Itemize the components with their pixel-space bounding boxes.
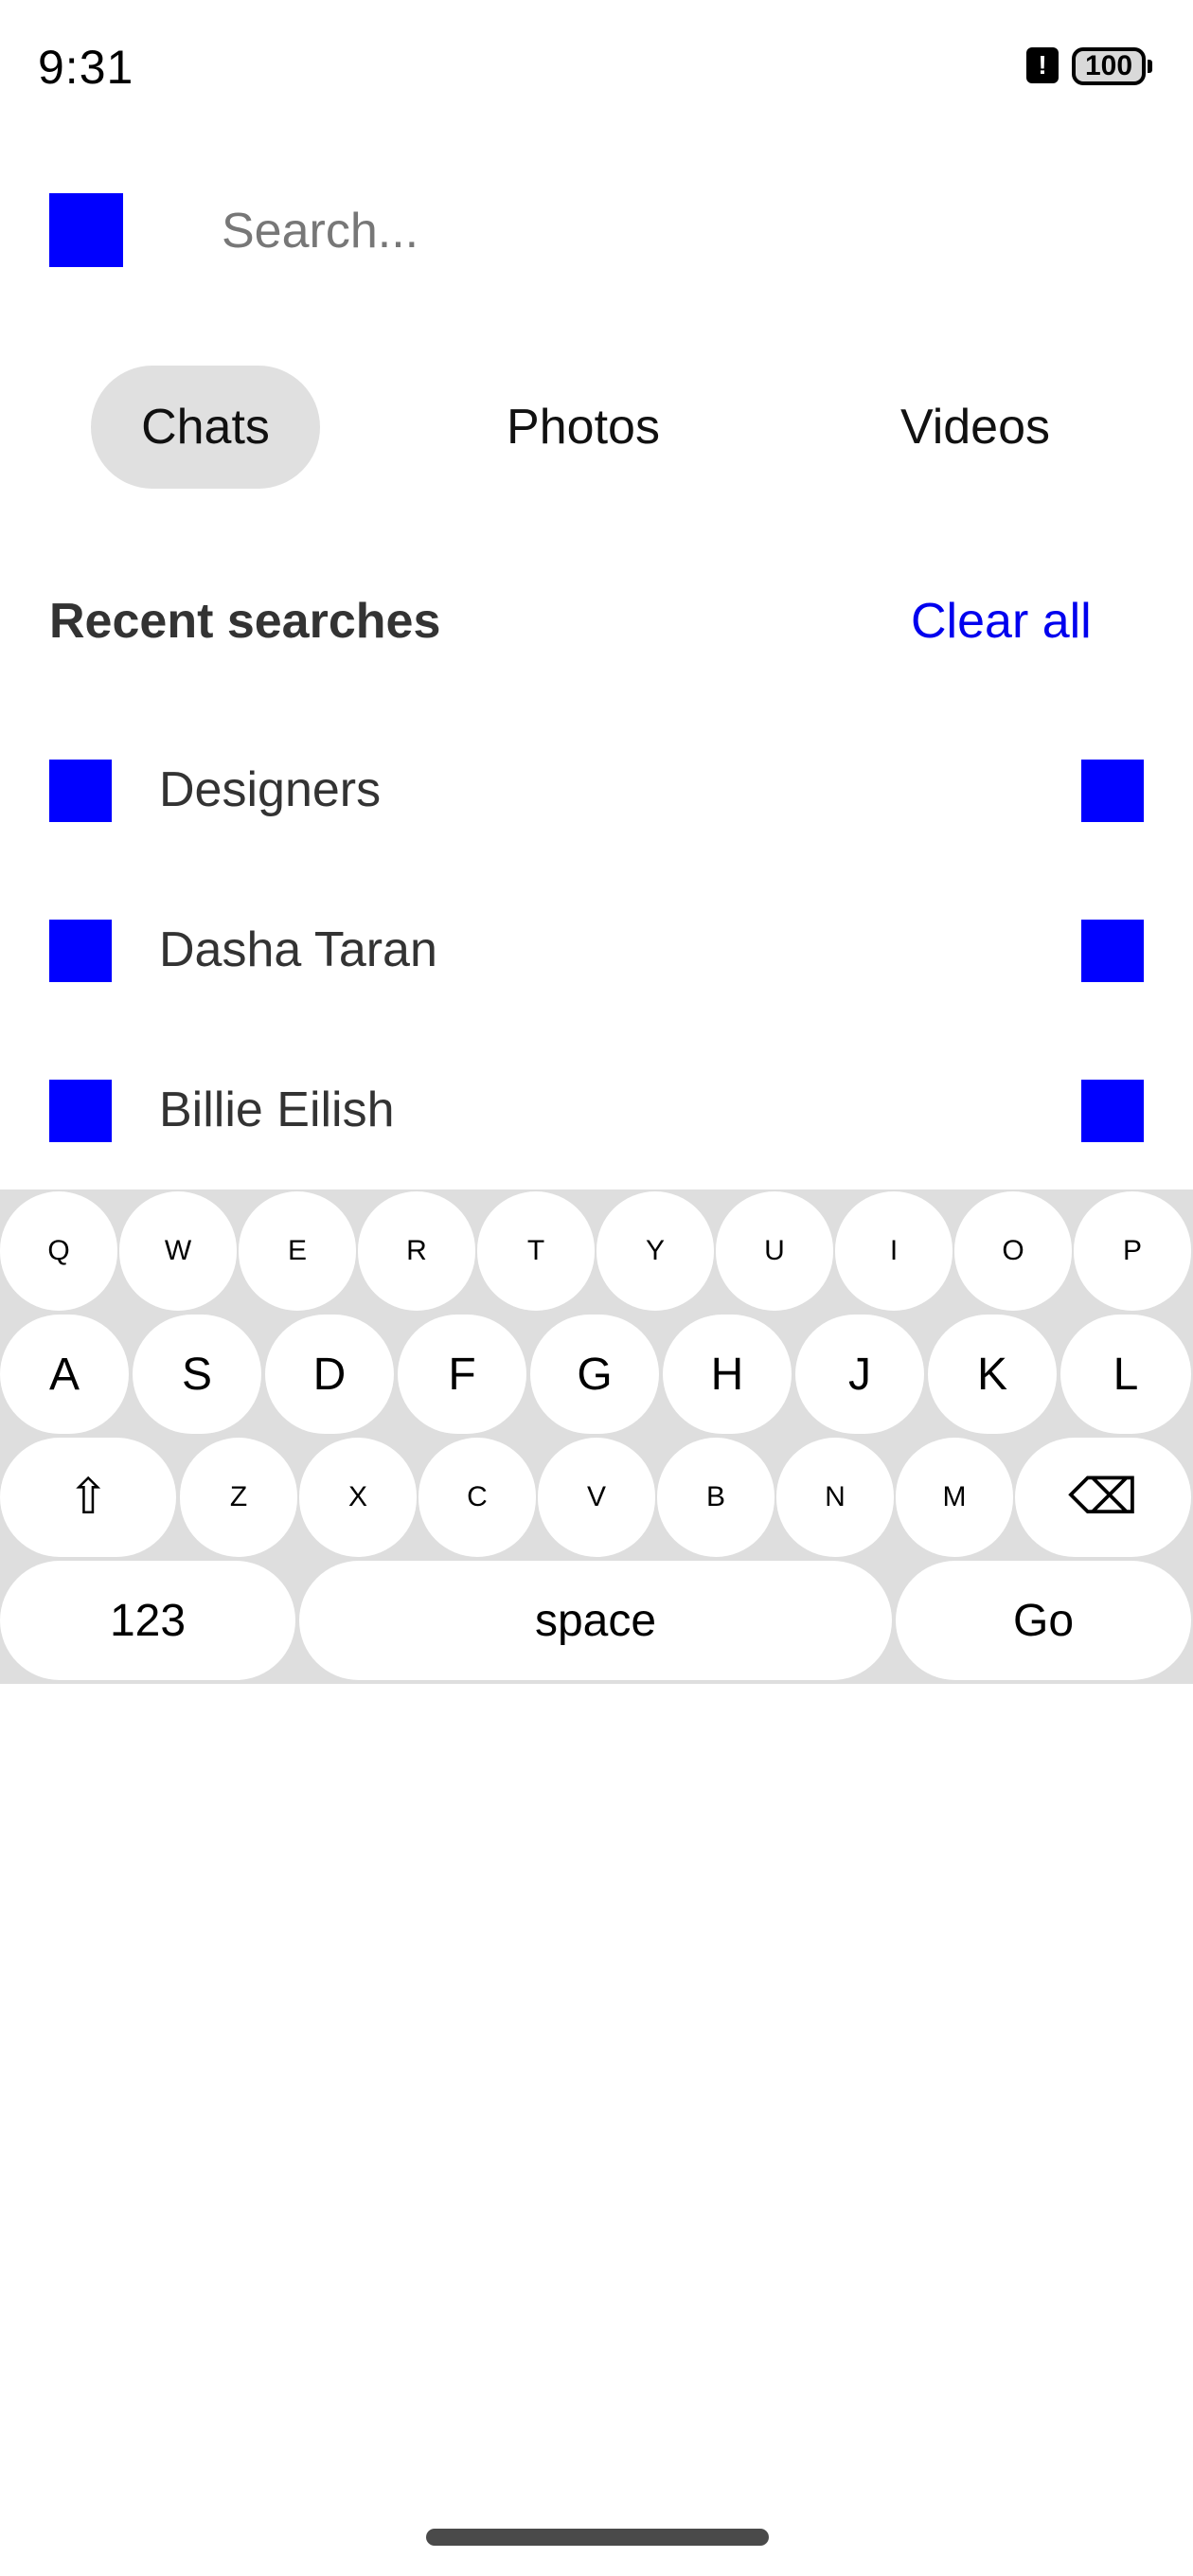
on-screen-keyboard: Q W E R T Y U I O P A S D F G H J K L ⇧ … [0, 1190, 1193, 1684]
history-icon [49, 1080, 112, 1142]
key-a[interactable]: A [0, 1315, 129, 1434]
recent-searches-list: Designers Dasha Taran Billie Eilish [0, 748, 1193, 1228]
status-time: 9:31 [38, 41, 134, 94]
key-q[interactable]: Q [0, 1191, 117, 1311]
key-c[interactable]: C [418, 1438, 536, 1557]
key-g[interactable]: G [530, 1315, 659, 1434]
remove-icon[interactable] [1081, 760, 1144, 822]
key-h[interactable]: H [663, 1315, 792, 1434]
list-item[interactable]: Dasha Taran [0, 908, 1193, 1068]
battery-tip [1148, 60, 1152, 73]
search-icon[interactable] [49, 193, 123, 267]
key-j[interactable]: J [795, 1315, 924, 1434]
key-b[interactable]: B [657, 1438, 775, 1557]
key-o[interactable]: O [954, 1191, 1072, 1311]
status-bar: 9:31 ! 100 [0, 0, 1193, 133]
list-item[interactable]: Designers [0, 748, 1193, 908]
history-icon [49, 920, 112, 982]
key-s[interactable]: S [133, 1315, 261, 1434]
key-z[interactable]: Z [180, 1438, 297, 1557]
tab-photos[interactable]: Photos [473, 366, 693, 489]
key-m[interactable]: M [896, 1438, 1013, 1557]
key-w[interactable]: W [119, 1191, 237, 1311]
battery-icon: 100 [1072, 47, 1146, 85]
recent-item-label: Billie Eilish [159, 1082, 395, 1137]
tab-chats[interactable]: Chats [91, 366, 320, 489]
history-icon [49, 760, 112, 822]
backspace-icon[interactable]: ⌫ [1015, 1438, 1191, 1557]
key-v[interactable]: V [538, 1438, 655, 1557]
key-r[interactable]: R [358, 1191, 475, 1311]
key-l[interactable]: L [1060, 1315, 1191, 1434]
numbers-key[interactable]: 123 [0, 1561, 295, 1680]
recent-searches-title: Recent searches [49, 594, 441, 649]
key-e[interactable]: E [239, 1191, 356, 1311]
recent-item-label: Designers [159, 762, 382, 817]
tab-videos[interactable]: Videos [871, 366, 1079, 489]
space-key[interactable]: space [299, 1561, 892, 1680]
key-p[interactable]: P [1074, 1191, 1191, 1311]
remove-icon[interactable] [1081, 1080, 1144, 1142]
key-x[interactable]: X [299, 1438, 417, 1557]
home-indicator[interactable] [426, 2529, 769, 2546]
search-screen: 9:31 ! 100 Chats Photos Videos Recent se… [0, 0, 1193, 2576]
go-key[interactable]: Go [896, 1561, 1191, 1680]
clear-all-button[interactable]: Clear all [911, 593, 1092, 650]
shift-icon[interactable]: ⇧ [0, 1438, 176, 1557]
search-input[interactable] [220, 189, 1132, 273]
alert-icon: ! [1026, 47, 1059, 83]
key-k[interactable]: K [928, 1315, 1057, 1434]
key-t[interactable]: T [477, 1191, 595, 1311]
key-u[interactable]: U [716, 1191, 833, 1311]
recent-item-label: Dasha Taran [159, 922, 437, 977]
key-f[interactable]: F [398, 1315, 526, 1434]
key-y[interactable]: Y [596, 1191, 714, 1311]
key-i[interactable]: I [835, 1191, 953, 1311]
remove-icon[interactable] [1081, 920, 1144, 982]
key-n[interactable]: N [776, 1438, 894, 1557]
key-d[interactable]: D [265, 1315, 394, 1434]
